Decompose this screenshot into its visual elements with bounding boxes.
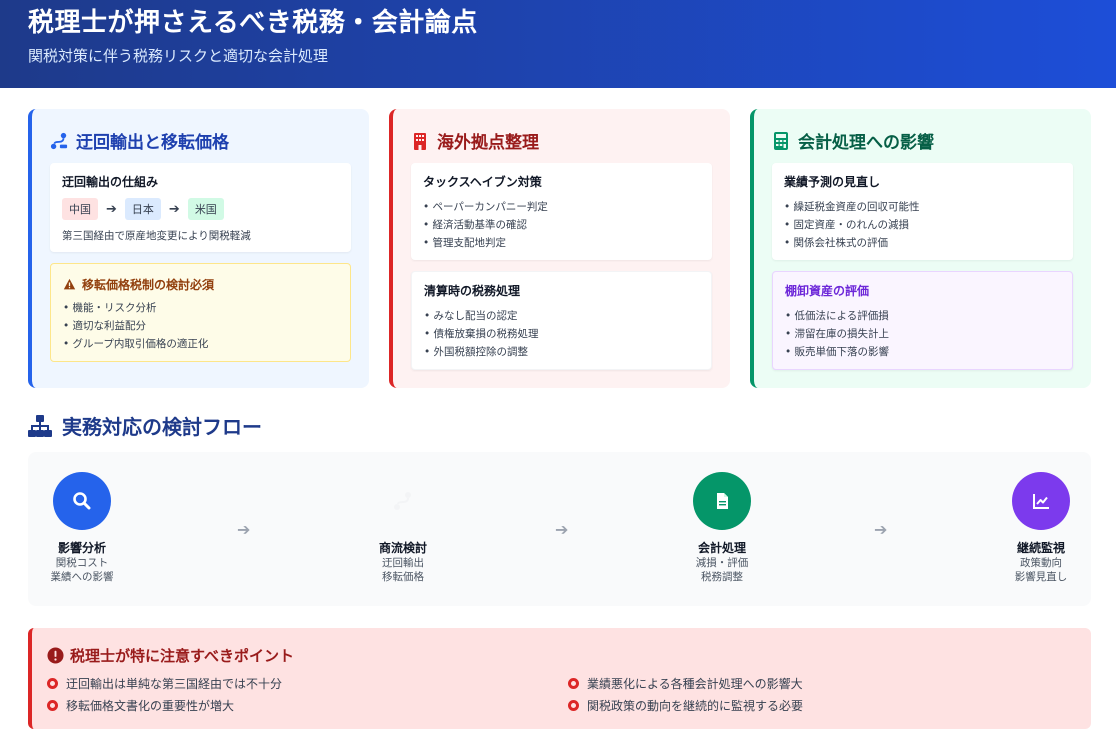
card-transfer-pricing: 迂回輸出と移転価格 迂回輸出の仕組み 中国 ➔ 日本 ➔ 米国 第三国経由で原産… [28,109,369,388]
arrow-right-icon: ➔ [237,520,251,539]
route-origin: 中国 [62,198,98,220]
list-item: 低価法による評価損 [785,307,1060,325]
list-item: 適切な利益配分 [63,317,338,335]
warning-box: 移転価格税制の検討必須 機能・リスク分析 適切な利益配分 グループ内取引価格の適… [50,263,351,362]
tax-haven-list: ペーパーカンパニー判定 経済活動基準の確認 管理支配地判定 [423,198,700,252]
chart-line-icon [1033,494,1049,509]
search-icon [73,492,91,510]
list-item: 機能・リスク分析 [63,299,338,317]
alert-item: 移転価格文書化の重要性が増大 [47,697,234,714]
step-name: 継続監視 [1016,541,1065,555]
mechanism-box: 迂回輸出の仕組み 中国 ➔ 日本 ➔ 米国 第三国経由で原産地変更により関税軽減 [50,163,351,252]
list-item: 繰延税金資産の回収可能性 [784,198,1061,216]
flow-section-title: 実務対応の検討フロー [28,411,262,440]
list-item: みなし配当の認定 [424,307,699,325]
card-title: 迂回輸出と移転価格 [50,128,229,153]
warning-icon [63,278,76,290]
mechanism-title: 迂回輸出の仕組み [62,175,159,189]
list-item: 経済活動基準の確認 [423,216,700,234]
forecast-list: 繰延税金資産の回収可能性 固定資産・のれんの減損 関係会社株式の評価 [784,198,1061,252]
card-accounting-impact: 会計処理への影響 業績予測の見直し 繰延税金資産の回収可能性 固定資産・のれんの… [750,109,1091,388]
exclamation-circle-icon [47,647,64,664]
card-title: 海外拠点整理 [411,128,539,153]
tax-haven-title: タックスヘイブン対策 [423,175,542,189]
key-points-alert: 税理士が特に注意すべきポイント 迂回輸出は単純な第三国経由では不十分 業績悪化に… [28,628,1091,729]
building-icon [414,132,426,150]
alert-item: 迂回輸出は単純な第三国経由では不十分 [47,675,282,692]
card-overseas-bases: 海外拠点整理 タックスヘイブン対策 ペーパーカンパニー判定 経済活動基準の確認 … [389,109,730,388]
inventory-box: 棚卸資産の評価 低価法による評価損 滞留在庫の損失計上 販売単価下落の影響 [772,271,1073,370]
inventory-title: 棚卸資産の評価 [785,284,870,298]
step-circle [693,472,751,530]
step-desc: 減損・評価 [695,557,749,569]
warning-title: 移転価格税制の検討必須 [63,276,338,293]
flow-step-impact-analysis: 影響分析 関税コスト 業績への影響 [27,472,137,584]
liquidation-box: 清算時の税務処理 みなし配当の認定 債権放棄損の税務処理 外国税額控除の調整 [411,271,712,370]
bullet-dot-icon [568,678,579,689]
step-desc: 影響見直し [1014,571,1068,583]
step-circle [53,472,111,530]
liquidation-list: みなし配当の認定 債権放棄損の税務処理 外国税額控除の調整 [424,307,699,361]
alert-item: 関税政策の動向を継続的に監視する必要 [568,697,803,714]
list-item: 債権放棄損の税務処理 [424,325,699,343]
arrow-right-icon: ➔ [874,520,888,539]
step-name: 会計処理 [697,541,746,555]
step-circle [374,472,432,530]
list-item: 関係会社株式の評価 [784,234,1061,252]
flow-step-monitoring: 継続監視 政策動向 影響見直し [986,472,1096,584]
step-desc: 関税コスト [55,557,109,569]
list-item: 外国税額控除の調整 [424,343,699,361]
step-name: 商流検討 [378,541,427,555]
card-title: 会計処理への影響 [772,128,934,153]
route-transit: 日本 [124,198,161,220]
arrow-right-icon: ➔ [555,520,569,539]
inventory-list: 低価法による評価損 滞留在庫の損失計上 販売単価下落の影響 [785,307,1060,361]
step-desc: 業績への影響 [50,571,114,583]
sitemap-icon [28,414,52,437]
step-circle [1012,472,1070,530]
forecast-box: 業績予測の見直し 繰延税金資産の回収可能性 固定資産・のれんの減損 関係会社株式… [772,163,1073,260]
bullet-dot-icon [568,700,579,711]
flow-panel: 影響分析 関税コスト 業績への影響 ➔ 商流検討 迂回輸出 移転価格 ➔ 会計処… [28,452,1091,606]
route-icon [394,492,411,510]
page-header: 税理士が押さえるべき税務・会計論点 関税対策に伴う税務リスクと適切な会計処理 [0,0,1116,88]
document-icon [717,493,728,509]
page-subtitle: 関税対策に伴う税務リスクと適切な会計処理 [28,47,329,65]
list-item: 販売単価下落の影響 [785,343,1060,361]
alert-item: 業績悪化による各種会計処理への影響大 [568,675,803,692]
step-name: 影響分析 [57,541,106,555]
list-item: ペーパーカンパニー判定 [423,198,700,216]
tax-haven-box: タックスヘイブン対策 ペーパーカンパニー判定 経済活動基準の確認 管理支配地判定 [411,163,712,260]
warning-list: 機能・リスク分析 適切な利益配分 グループ内取引価格の適正化 [63,299,338,353]
route-icon [50,132,68,149]
flow-step-commerce-review: 商流検討 迂回輸出 移転価格 [348,472,458,584]
step-desc: 政策動向 [1020,557,1062,569]
route-destination: 米国 [187,198,224,220]
calculator-icon [774,131,788,150]
liquidation-title: 清算時の税務処理 [424,284,521,298]
forecast-title: 業績予測の見直し [784,175,881,189]
list-item: 固定資産・のれんの減損 [784,216,1061,234]
bullet-dot-icon [47,678,58,689]
page-title: 税理士が押さえるべき税務・会計論点 [28,8,478,38]
mechanism-note: 第三国経由で原産地変更により関税軽減 [62,230,251,242]
alert-title: 税理士が特に注意すべきポイント [47,645,294,666]
route-diagram: 中国 ➔ 日本 ➔ 米国 [62,198,339,220]
step-desc: 移転価格 [382,571,424,583]
step-desc: 迂回輸出 [382,557,424,569]
list-item: 管理支配地判定 [423,234,700,252]
flow-step-accounting: 会計処理 減損・評価 税務調整 [667,472,777,584]
list-item: 滞留在庫の損失計上 [785,325,1060,343]
arrow-right-icon: ➔ [168,201,180,217]
arrow-right-icon: ➔ [106,201,117,217]
bullet-dot-icon [47,700,58,711]
list-item: グループ内取引価格の適正化 [63,335,338,353]
step-desc: 税務調整 [701,571,743,583]
